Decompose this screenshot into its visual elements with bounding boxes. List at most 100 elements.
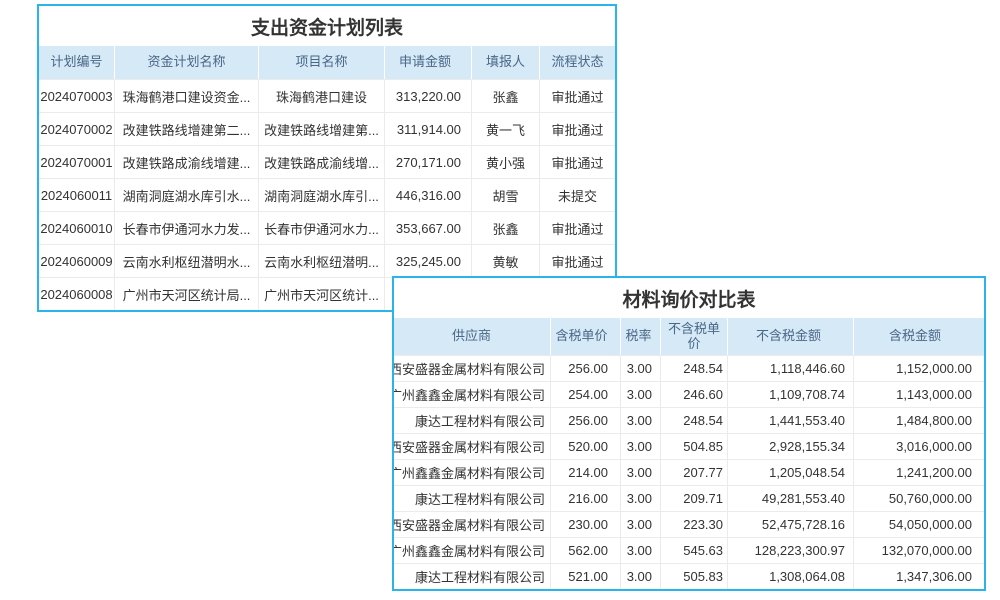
unit-price-incl-tax-cell: 214.00 <box>551 460 621 485</box>
supplier-link[interactable]: 西安盛器金属材料有限公司 <box>394 434 551 459</box>
expense-plan-table: 支出资金计划列表 计划编号 资金计划名称 项目名称 申请金额 填报人 流程状态 … <box>37 4 617 312</box>
col-header-amount-incl-tax: 含税金额 <box>854 318 984 355</box>
table-row: 广州鑫鑫金属材料有限公司 214.00 3.00 207.77 1,205,04… <box>394 459 984 485</box>
col-header-supplier: 供应商 <box>394 318 551 355</box>
project-name-link[interactable]: 湖南洞庭湖水库引... <box>259 179 385 211</box>
supplier-link[interactable]: 广州鑫鑫金属材料有限公司 <box>394 460 551 485</box>
apply-amount-cell: 313,220.00 <box>385 80 472 112</box>
tax-rate-cell: 3.00 <box>621 460 661 485</box>
amount-excl-tax-cell: 1,308,064.08 <box>728 564 854 589</box>
amount-excl-tax-cell: 1,109,708.74 <box>728 382 854 407</box>
supplier-link[interactable]: 广州鑫鑫金属材料有限公司 <box>394 382 551 407</box>
plan-id-link[interactable]: 2024060010 <box>39 212 115 244</box>
col-header-project-name: 项目名称 <box>259 46 385 79</box>
unit-price-incl-tax-cell: 562.00 <box>551 538 621 563</box>
amount-excl-tax-cell: 1,118,446.60 <box>728 356 854 381</box>
table-row: 2024070001 改建铁路成渝线增建... 改建铁路成渝线增... 270,… <box>39 145 615 178</box>
amount-incl-tax-cell: 1,152,000.00 <box>854 356 984 381</box>
supplier-link[interactable]: 西安盛器金属材料有限公司 <box>394 512 551 537</box>
plan-id-link[interactable]: 2024070003 <box>39 80 115 112</box>
filler-name-link[interactable]: 胡雪 <box>472 179 540 211</box>
status-badge: 审批通过 <box>540 146 615 178</box>
unit-price-excl-tax-cell: 207.77 <box>661 460 728 485</box>
apply-amount-cell: 270,171.00 <box>385 146 472 178</box>
table-row: 康达工程材料有限公司 521.00 3.00 505.83 1,308,064.… <box>394 563 984 589</box>
plan-id-link[interactable]: 2024060011 <box>39 179 115 211</box>
plan-id-link[interactable]: 2024070002 <box>39 113 115 145</box>
status-badge: 未提交 <box>540 179 615 211</box>
status-badge: 审批通过 <box>540 113 615 145</box>
table-row: 康达工程材料有限公司 256.00 3.00 248.54 1,441,553.… <box>394 407 984 433</box>
fund-plan-name-link[interactable]: 湖南洞庭湖水库引水... <box>115 179 259 211</box>
amount-incl-tax-cell: 1,484,800.00 <box>854 408 984 433</box>
apply-amount-cell: 353,667.00 <box>385 212 472 244</box>
table-row: 西安盛器金属材料有限公司 520.00 3.00 504.85 2,928,15… <box>394 433 984 459</box>
status-badge: 审批通过 <box>540 80 615 112</box>
project-name-link[interactable]: 改建铁路成渝线增... <box>259 146 385 178</box>
unit-price-incl-tax-cell: 256.00 <box>551 356 621 381</box>
filler-name-link[interactable]: 黄一飞 <box>472 113 540 145</box>
table-row: 2024060010 长春市伊通河水力发... 长春市伊通河水力... 353,… <box>39 211 615 244</box>
unit-price-excl-tax-cell: 209.71 <box>661 486 728 511</box>
fund-plan-name-link[interactable]: 云南水利枢纽潜明水... <box>115 245 259 277</box>
col-header-apply-amount: 申请金额 <box>385 46 472 79</box>
project-name-link[interactable]: 珠海鹤港口建设 <box>259 80 385 112</box>
project-name-link[interactable]: 云南水利枢纽潜明... <box>259 245 385 277</box>
amount-excl-tax-cell: 49,281,553.40 <box>728 486 854 511</box>
tax-rate-cell: 3.00 <box>621 538 661 563</box>
supplier-link[interactable]: 康达工程材料有限公司 <box>394 486 551 511</box>
apply-amount-cell: 311,914.00 <box>385 113 472 145</box>
col-header-flow-status: 流程状态 <box>540 46 615 79</box>
col-header-unit-price-incl-tax: 含税单价 <box>551 318 621 355</box>
table-row: 2024060011 湖南洞庭湖水库引水... 湖南洞庭湖水库引... 446,… <box>39 178 615 211</box>
fund-plan-name-link[interactable]: 长春市伊通河水力发... <box>115 212 259 244</box>
apply-amount-cell: 325,245.00 <box>385 245 472 277</box>
fund-plan-name-link[interactable]: 广州市天河区统计局... <box>115 278 259 310</box>
filler-name-link[interactable]: 黄小强 <box>472 146 540 178</box>
fund-plan-name-link[interactable]: 改建铁路线增建第二... <box>115 113 259 145</box>
amount-incl-tax-cell: 1,143,000.00 <box>854 382 984 407</box>
unit-price-incl-tax-cell: 216.00 <box>551 486 621 511</box>
supplier-link[interactable]: 康达工程材料有限公司 <box>394 564 551 589</box>
plan-id-link[interactable]: 2024060008 <box>39 278 115 310</box>
amount-excl-tax-cell: 1,441,553.40 <box>728 408 854 433</box>
amount-incl-tax-cell: 3,016,000.00 <box>854 434 984 459</box>
unit-price-incl-tax-cell: 521.00 <box>551 564 621 589</box>
plan-id-link[interactable]: 2024060009 <box>39 245 115 277</box>
fund-plan-name-link[interactable]: 珠海鹤港口建设资金... <box>115 80 259 112</box>
fund-plan-name-link[interactable]: 改建铁路成渝线增建... <box>115 146 259 178</box>
table-row: 广州鑫鑫金属材料有限公司 562.00 3.00 545.63 128,223,… <box>394 537 984 563</box>
table-row: 2024070002 改建铁路线增建第二... 改建铁路线增建第... 311,… <box>39 112 615 145</box>
unit-price-incl-tax-cell: 520.00 <box>551 434 621 459</box>
supplier-link[interactable]: 广州鑫鑫金属材料有限公司 <box>394 538 551 563</box>
filler-name-link[interactable]: 黄敏 <box>472 245 540 277</box>
supplier-link[interactable]: 康达工程材料有限公司 <box>394 408 551 433</box>
tax-rate-cell: 3.00 <box>621 408 661 433</box>
unit-price-excl-tax-cell: 248.54 <box>661 356 728 381</box>
filler-name-link[interactable]: 张鑫 <box>472 212 540 244</box>
tax-rate-cell: 3.00 <box>621 356 661 381</box>
amount-excl-tax-cell: 1,205,048.54 <box>728 460 854 485</box>
material-inquiry-table: 材料询价对比表 供应商 含税单价 税率 不含税单价 不含税金额 含税金额 西安盛… <box>392 276 986 591</box>
filler-name-link[interactable]: 张鑫 <box>472 80 540 112</box>
amount-incl-tax-cell: 54,050,000.00 <box>854 512 984 537</box>
table-row: 西安盛器金属材料有限公司 256.00 3.00 248.54 1,118,44… <box>394 355 984 381</box>
status-badge: 审批通过 <box>540 212 615 244</box>
table-row: 2024060009 云南水利枢纽潜明水... 云南水利枢纽潜明... 325,… <box>39 244 615 277</box>
col-header-filler: 填报人 <box>472 46 540 79</box>
plan-id-link[interactable]: 2024070001 <box>39 146 115 178</box>
col-header-amount-excl-tax: 不含税金额 <box>728 318 854 355</box>
tax-rate-cell: 3.00 <box>621 382 661 407</box>
supplier-link[interactable]: 西安盛器金属材料有限公司 <box>394 356 551 381</box>
unit-price-excl-tax-cell: 248.54 <box>661 408 728 433</box>
status-badge: 审批通过 <box>540 245 615 277</box>
amount-incl-tax-cell: 50,760,000.00 <box>854 486 984 511</box>
table-row: 2024070003 珠海鹤港口建设资金... 珠海鹤港口建设 313,220.… <box>39 79 615 112</box>
material-inquiry-table-title: 材料询价对比表 <box>394 278 984 318</box>
project-name-link[interactable]: 改建铁路线增建第... <box>259 113 385 145</box>
table-row: 广州鑫鑫金属材料有限公司 254.00 3.00 246.60 1,109,70… <box>394 381 984 407</box>
project-name-link[interactable]: 广州市天河区统计... <box>259 278 385 310</box>
project-name-link[interactable]: 长春市伊通河水力... <box>259 212 385 244</box>
unit-price-incl-tax-cell: 256.00 <box>551 408 621 433</box>
col-header-unit-price-excl-tax: 不含税单价 <box>661 318 728 355</box>
